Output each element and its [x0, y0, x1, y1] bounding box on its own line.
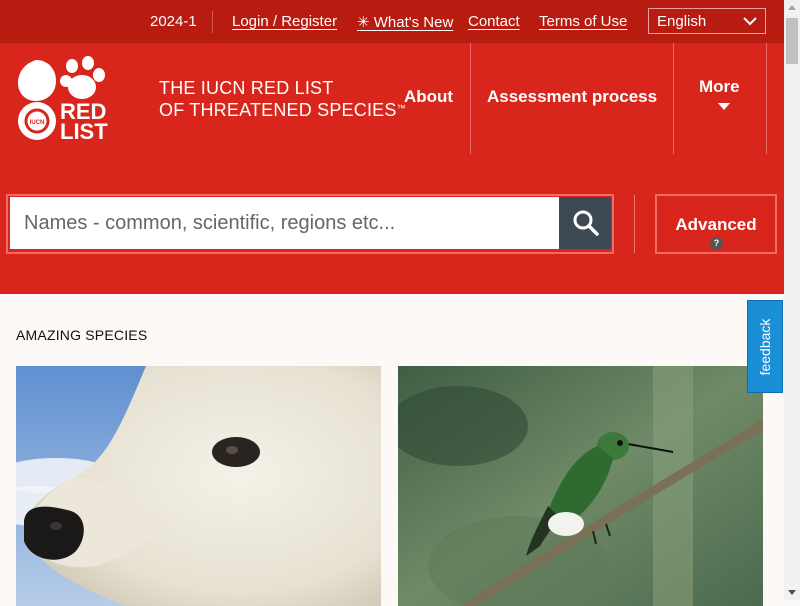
nav-assessment-process[interactable]: Assessment process — [471, 43, 673, 154]
sparkle-icon: ✳ — [357, 14, 370, 31]
scroll-up-icon[interactable] — [788, 5, 796, 10]
search-divider — [634, 195, 635, 253]
language-select[interactable]: English — [648, 8, 766, 34]
section-title: AMAZING SPECIES — [16, 327, 148, 343]
advanced-search-button[interactable]: Advanced ? — [655, 194, 777, 254]
contact-link[interactable]: Contact — [468, 13, 520, 30]
species-card-hummingbird[interactable] — [398, 366, 763, 606]
logo-graphic: IUCN RED LIST — [18, 56, 108, 144]
nav-more-label: More — [699, 77, 740, 96]
red-list-logo[interactable]: IUCN RED LIST — [16, 55, 111, 144]
nav-divider — [766, 43, 767, 154]
logo-badge-text: IUCN — [30, 120, 45, 126]
scroll-down-icon[interactable] — [788, 590, 796, 595]
search-icon — [573, 210, 599, 236]
advanced-label: Advanced — [675, 215, 757, 234]
nav-about[interactable]: About — [404, 43, 470, 154]
hummingbird-image — [398, 366, 763, 606]
site-title-line2: OF THREATENED SPECIES — [159, 100, 397, 120]
search-button[interactable] — [559, 197, 611, 249]
scrollbar-thumb[interactable] — [786, 18, 798, 64]
feedback-tab[interactable]: feedback — [747, 300, 783, 393]
language-value: English — [657, 13, 707, 30]
feedback-label: feedback — [757, 318, 773, 375]
divider — [212, 11, 213, 33]
top-utility-bar: 2024-1 Login / Register ✳ What's New Con… — [0, 0, 784, 43]
search-input[interactable] — [10, 197, 559, 249]
site-title: THE IUCN RED LIST OF THREATENED SPECIES™ — [159, 77, 406, 121]
logo-text-list: LIST — [60, 119, 108, 143]
site-header: IUCN RED LIST THE IUCN RED LIST OF THREA… — [0, 43, 784, 155]
polar-bear-image — [16, 366, 381, 606]
nav-assessment-label: Assessment process — [487, 87, 658, 106]
terms-of-use-link[interactable]: Terms of Use — [539, 13, 627, 30]
version-label: 2024-1 — [150, 13, 197, 30]
help-icon[interactable]: ? — [710, 237, 723, 250]
species-card-polar-bear[interactable] — [16, 366, 381, 606]
login-register-link[interactable]: Login / Register — [232, 13, 337, 30]
whats-new-label: What's New — [373, 14, 454, 31]
site-title-line1: THE IUCN RED LIST — [159, 78, 334, 98]
chevron-down-icon — [743, 17, 757, 26]
caret-down-icon — [718, 103, 730, 110]
whats-new-link[interactable]: ✳ What's New — [357, 13, 453, 31]
nav-more[interactable]: More — [674, 43, 766, 154]
nav-about-label: About — [404, 87, 454, 106]
scrollbar-track[interactable] — [784, 0, 800, 600]
